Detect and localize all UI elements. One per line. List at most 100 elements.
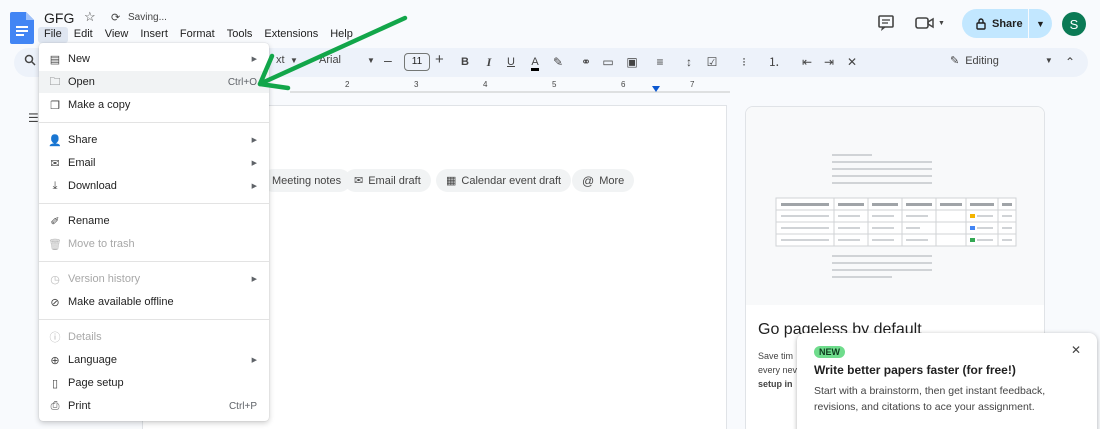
share-dropdown-icon[interactable]: ▼ [1029, 19, 1052, 29]
chip-label: Meeting notes [272, 174, 342, 187]
lock-icon [976, 17, 986, 30]
ruler-label: 6 [621, 80, 626, 89]
popup-body: Start with a brainstorm, then get instan… [814, 385, 1046, 413]
submenu-arrow-icon: ▶ [251, 276, 257, 283]
chip-label: Email draft [368, 174, 421, 187]
menu-item-open[interactable]: 🗀 Open Ctrl+O [39, 71, 269, 93]
sync-icon: ⟳ [111, 12, 121, 24]
info-icon: ⓘ [49, 332, 61, 344]
menu-item-label: Print [68, 400, 91, 412]
menu-item-print[interactable]: ⎙ Print Ctrl+P [39, 395, 269, 417]
copy-icon: ❐ [50, 99, 60, 112]
avatar[interactable]: S [1062, 12, 1086, 36]
menu-item-label: Open [68, 76, 95, 88]
menu-item-download[interactable]: ⤓ Download ▶ [39, 175, 269, 197]
download-icon: ⤓ [52, 179, 58, 192]
page-icon: ▯ [51, 377, 59, 390]
menu-item-label: Share [68, 134, 98, 146]
menu-item-label: Download [68, 180, 117, 192]
insert-image-icon[interactable]: ▣ [624, 54, 640, 70]
video-camera-icon [915, 17, 934, 29]
promo-popup: NEW ✕ Write better papers faster (for fr… [797, 333, 1097, 429]
menu-item-language[interactable]: ⊕ Language ▶ [39, 349, 269, 371]
submenu-arrow-icon: ▶ [251, 137, 257, 144]
history-icon: ◷ [50, 273, 60, 286]
menu-item-label: Language [68, 354, 117, 366]
text-color-icon[interactable]: A [527, 54, 543, 71]
underline-icon[interactable]: U [503, 54, 519, 70]
menu-divider [39, 319, 269, 320]
annotation-arrow [257, 15, 408, 91]
menu-view[interactable]: View [99, 27, 135, 43]
increase-indent-icon[interactable]: ⇥ [821, 54, 837, 70]
clear-formatting-icon[interactable]: ✕ [844, 54, 860, 70]
ruler-label: 3 [414, 80, 419, 89]
globe-icon: ⊕ [50, 354, 60, 367]
star-icon[interactable]: ☆ [84, 9, 96, 25]
meeting-notes-chip[interactable]: Meeting notes [262, 169, 352, 192]
checklist-icon[interactable]: ☑ [704, 54, 720, 70]
document-outline-icon[interactable]: ☰ [28, 111, 39, 125]
menu-insert[interactable]: Insert [134, 27, 174, 43]
email-icon: ✉ [50, 157, 60, 170]
menu-item-rename[interactable]: ✐ Rename [39, 210, 269, 232]
align-icon[interactable]: ≡ [652, 54, 668, 70]
decrease-indent-icon[interactable]: ⇤ [799, 54, 815, 70]
comment-history-icon[interactable] [876, 13, 896, 33]
search-menus-icon[interactable] [22, 54, 38, 70]
menu-item-page-setup[interactable]: ▯ Page setup [39, 372, 269, 394]
increase-font-size-button[interactable]: + [435, 51, 444, 68]
chip-label: Calendar event draft [461, 174, 562, 187]
menu-item-make-a-copy[interactable]: ❐ Make a copy [39, 94, 269, 116]
menu-item-label: Page setup [68, 377, 124, 389]
collapse-menus-icon[interactable]: ⌃ [1062, 54, 1078, 70]
numbered-list-icon[interactable]: ⒈ [766, 54, 782, 70]
menu-item-label: New [68, 53, 91, 65]
close-icon[interactable]: ✕ [1071, 343, 1081, 357]
document-title[interactable]: GFG [44, 10, 74, 26]
offline-icon: ⊘ [50, 296, 60, 309]
calendar-icon: ▦ [446, 175, 457, 187]
submenu-arrow-icon: ▶ [251, 357, 257, 364]
popup-title: Write better papers faster (for free!) [814, 363, 1016, 377]
line-spacing-icon[interactable]: ↕ [681, 54, 697, 70]
ruler-label: 4 [483, 80, 488, 89]
bold-icon[interactable]: B [457, 54, 473, 70]
share-button[interactable]: Share [962, 9, 1028, 38]
trash-icon: 🗑 [48, 238, 62, 251]
new-badge: NEW [814, 346, 845, 358]
add-comment-icon[interactable]: ▭ [600, 54, 616, 70]
menu-divider [39, 261, 269, 262]
right-indent-marker[interactable] [652, 86, 660, 92]
pageless-illustration [746, 107, 1044, 305]
menu-item-move-to-trash: 🗑 Move to trash [39, 233, 269, 255]
chevron-down-icon: ▼ [1044, 56, 1053, 65]
menu-item-make-available-offline[interactable]: ⊘ Make available offline [39, 291, 269, 313]
menu-item-details: ⓘ Details [39, 326, 269, 348]
print-icon: ⎙ [50, 399, 60, 412]
menu-file[interactable]: File [38, 27, 68, 43]
highlight-icon[interactable]: ✎ [550, 54, 566, 70]
email-draft-chip[interactable]: ✉ Email draft [344, 169, 431, 192]
menu-item-share[interactable]: 👤 Share ▶ [39, 129, 269, 151]
docs-logo-icon[interactable] [10, 12, 34, 44]
menu-format[interactable]: Format [174, 27, 221, 43]
email-icon: ✉ [354, 175, 364, 187]
saving-status: Saving... [128, 12, 167, 23]
meet-button[interactable]: ▼ [915, 14, 949, 32]
italic-icon[interactable]: I [481, 54, 497, 70]
menu-item-label: Rename [68, 215, 110, 227]
more-chip[interactable]: @ More [572, 169, 635, 192]
menu-item-version-history: ◷ Version history ▶ [39, 268, 269, 290]
calendar-event-draft-chip[interactable]: ▦ Calendar event draft [436, 169, 572, 192]
editing-mode-select[interactable]: ✎ Editing ▼ [950, 54, 1053, 68]
menu-item-label: Move to trash [68, 238, 135, 250]
menu-item-label: Make a copy [68, 99, 131, 111]
bulleted-list-icon[interactable]: ⁝ [736, 54, 752, 70]
at-icon: @ [582, 173, 595, 188]
menu-item-email[interactable]: ✉ Email ▶ [39, 152, 269, 174]
menu-edit[interactable]: Edit [68, 27, 99, 43]
submenu-arrow-icon: ▶ [251, 183, 257, 190]
menu-item-new[interactable]: ▤ New ▶ [39, 48, 269, 70]
link-icon[interactable]: ⚭ [578, 54, 594, 70]
